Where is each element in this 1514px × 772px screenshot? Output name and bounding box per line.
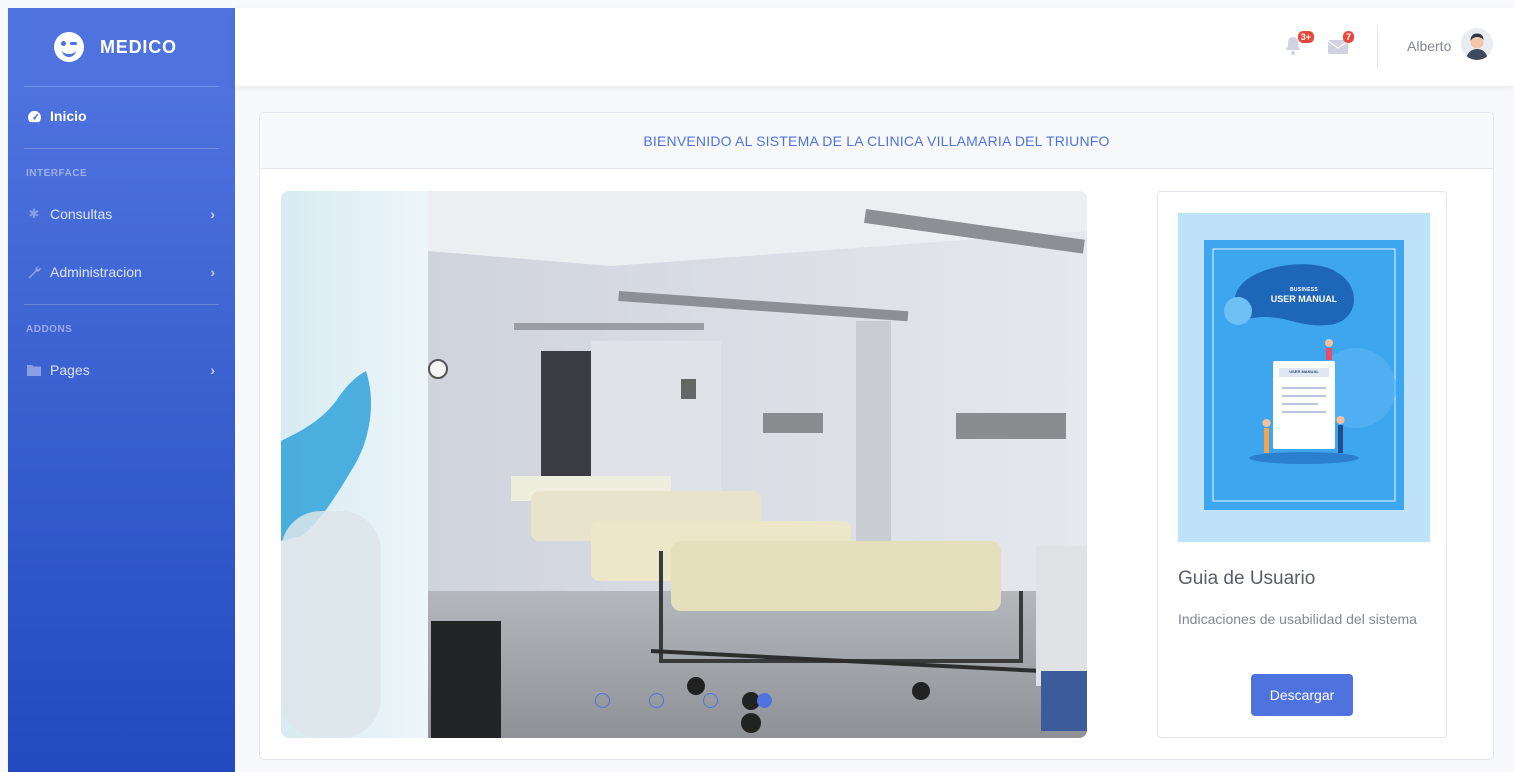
alerts-button[interactable]: 3+ [1284, 31, 1314, 58]
cover-kicker: BUSINESS [1290, 287, 1318, 293]
sidebar-item-label: Consultas [50, 206, 113, 222]
carousel-indicator[interactable] [649, 693, 664, 708]
sidebar-item-label: Administracion [50, 264, 142, 280]
sidebar-brand[interactable]: MEDICO [8, 8, 235, 86]
chevron-right-icon: › [210, 362, 215, 378]
chevron-right-icon: › [210, 264, 215, 280]
guide-title: Guia de Usuario [1178, 568, 1316, 589]
user-manual-cover-image: BUSINESS USER MANUAL USER MANUAL [1178, 213, 1430, 542]
sidebar-item-consultas[interactable]: ✱ Consultas › [8, 196, 235, 232]
sidebar-divider [24, 304, 219, 305]
sidebar-item-inicio[interactable]: Inicio [8, 98, 235, 134]
carousel-indicator[interactable] [595, 693, 610, 708]
sidebar-divider [24, 86, 219, 87]
avatar[interactable] [1461, 28, 1493, 60]
folder-icon [26, 363, 42, 377]
sidebar-heading-interface: INTERFACE [26, 168, 88, 179]
topbar: 3+ 7 Alberto [235, 8, 1514, 86]
user-name[interactable]: Alberto [1407, 38, 1451, 54]
user-guide-card: BUSINESS USER MANUAL USER MANUAL Guia de… [1157, 191, 1447, 738]
hospital-carousel[interactable] [281, 191, 1087, 738]
carousel-indicator[interactable] [703, 693, 718, 708]
hospital-room-image [281, 191, 1087, 738]
sidebar-item-label: Pages [50, 362, 90, 378]
page-title: BIENVENIDO AL SISTEMA DE LA CLINICA VILL… [643, 132, 1110, 149]
cover-title: USER MANUAL [1270, 294, 1338, 304]
guide-description: Indicaciones de usabilidad del sistema [1178, 611, 1417, 627]
wrench-icon [26, 265, 42, 279]
messages-button[interactable]: 7 [1327, 31, 1354, 58]
sidebar-item-administracion[interactable]: Administracion › [8, 254, 235, 290]
carousel-indicator-active[interactable] [757, 693, 772, 708]
tachometer-icon [26, 109, 42, 123]
sidebar-divider [24, 148, 219, 149]
topbar-divider [1377, 25, 1378, 69]
messages-count-badge: 7 [1342, 31, 1354, 43]
cover-doc-label: USER MANUAL [1289, 369, 1319, 374]
sidebar-item-label: Inicio [50, 108, 87, 124]
alerts-count-badge: 3+ [1297, 31, 1314, 43]
cog-icon: ✱ [28, 206, 40, 221]
welcome-card: BIENVENIDO AL SISTEMA DE LA CLINICA VILL… [259, 112, 1494, 760]
sidebar-heading-addons: ADDONS [26, 324, 73, 335]
brand-name: MEDICO [100, 36, 177, 57]
sidebar-item-pages[interactable]: Pages › [8, 352, 235, 388]
download-button[interactable]: Descargar [1251, 674, 1353, 716]
sidebar: MEDICO Inicio INTERFACE ✱ Consultas › Ad… [8, 8, 235, 772]
card-header: BIENVENIDO AL SISTEMA DE LA CLINICA VILL… [260, 113, 1493, 169]
laugh-wink-icon [54, 32, 84, 62]
chevron-right-icon: › [210, 206, 215, 222]
